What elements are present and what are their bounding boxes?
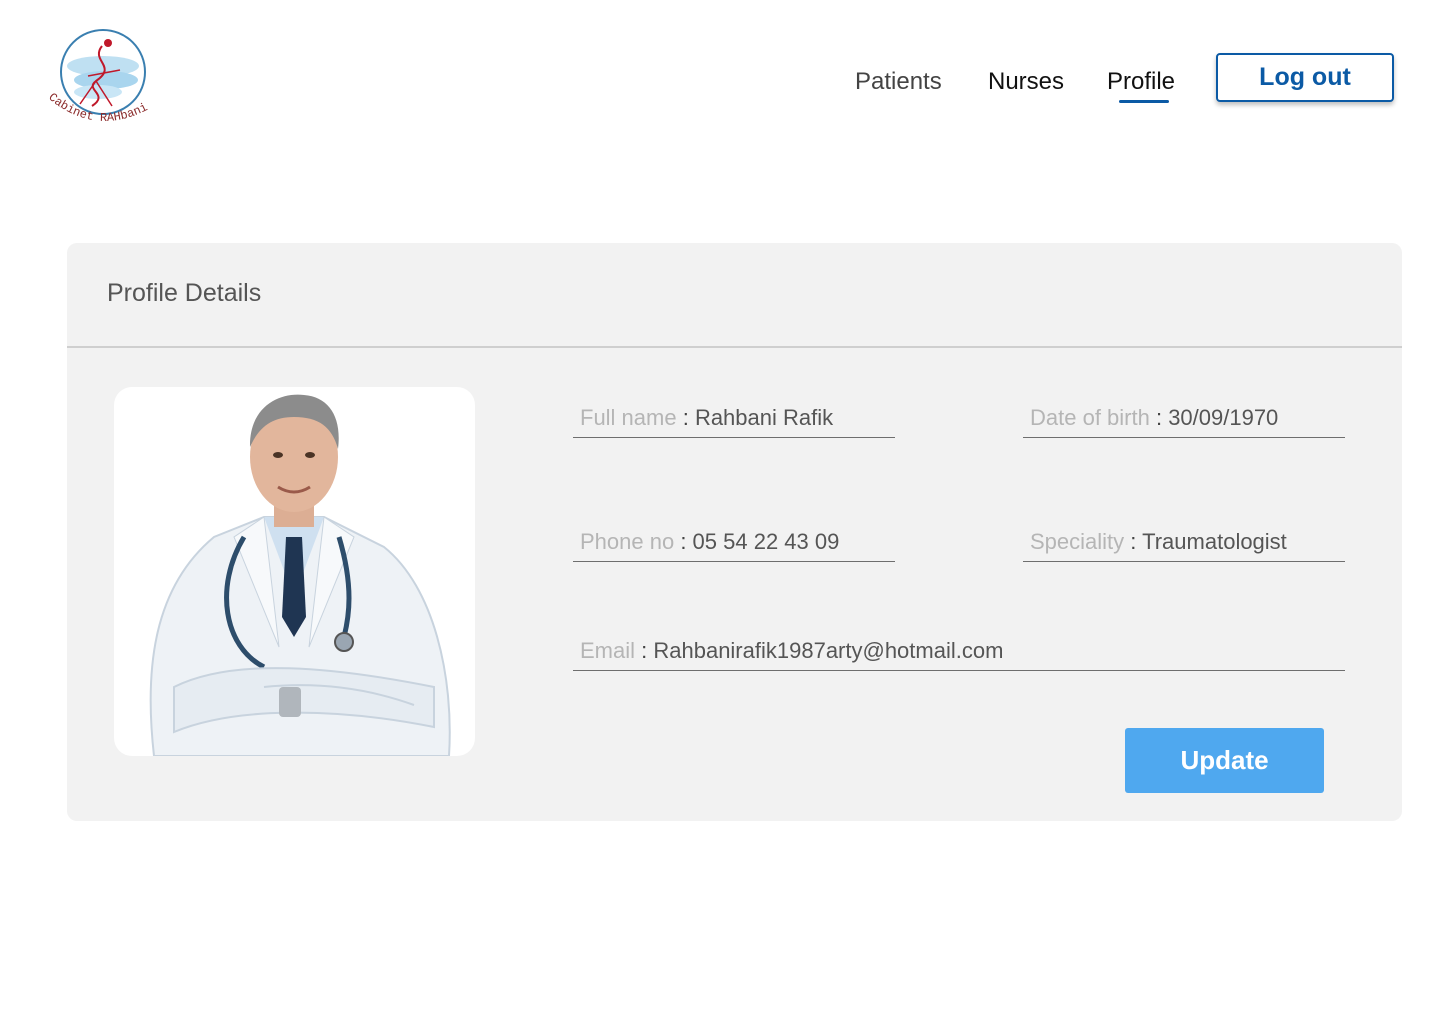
- doctor-photo: [114, 387, 475, 756]
- speciality-value: Traumatologist: [1142, 529, 1287, 554]
- phone-value: 05 54 22 43 09: [692, 529, 840, 554]
- nav-nurses-link[interactable]: Nurses: [988, 68, 1064, 96]
- date-of-birth-field[interactable]: Date of birth : 30/09/1970: [1023, 388, 1345, 438]
- email-field[interactable]: Email : Rahbanirafik1987arty@hotmail.com: [573, 621, 1345, 671]
- email-value: Rahbanirafik1987arty@hotmail.com: [653, 638, 1004, 663]
- nav-patients-link[interactable]: Patients: [855, 68, 942, 96]
- cabinet-logo[interactable]: Cabinet RAHbani: [40, 26, 170, 136]
- card-divider: [67, 346, 1402, 348]
- full-name-label: Full name: [580, 405, 677, 430]
- email-separator: :: [635, 638, 654, 663]
- date-of-birth-value: 30/09/1970: [1168, 405, 1279, 430]
- cabinet-logo-icon: Cabinet RAHbani: [46, 29, 150, 125]
- profile-card: Profile Details Full name: Rahbani Rafi…: [67, 243, 1402, 821]
- speciality-field[interactable]: Speciality : Traumatologist: [1023, 512, 1345, 562]
- logout-button[interactable]: Log out: [1216, 53, 1394, 102]
- phone-field[interactable]: Phone no : 05 54 22 43 09: [573, 512, 895, 562]
- update-button[interactable]: Update: [1125, 728, 1324, 793]
- email-label: Email: [580, 638, 636, 663]
- date-of-birth-separator: :: [1149, 405, 1169, 430]
- nav-profile-link[interactable]: Profile: [1107, 68, 1175, 96]
- speciality-label: Speciality: [1030, 529, 1125, 554]
- full-name-value: Rahbani Rafik: [694, 405, 834, 430]
- phone-separator: :: [674, 529, 693, 554]
- full-name-field[interactable]: Full name : Rahbani Rafik: [573, 388, 895, 438]
- date-of-birth-label: Date of birth: [1030, 405, 1150, 430]
- full-name-separator: :: [676, 405, 695, 430]
- speciality-separator: :: [1124, 529, 1143, 554]
- active-nav-indicator: [1119, 100, 1169, 103]
- phone-label: Phone no: [580, 529, 675, 554]
- card-title: Profile Details: [107, 279, 262, 307]
